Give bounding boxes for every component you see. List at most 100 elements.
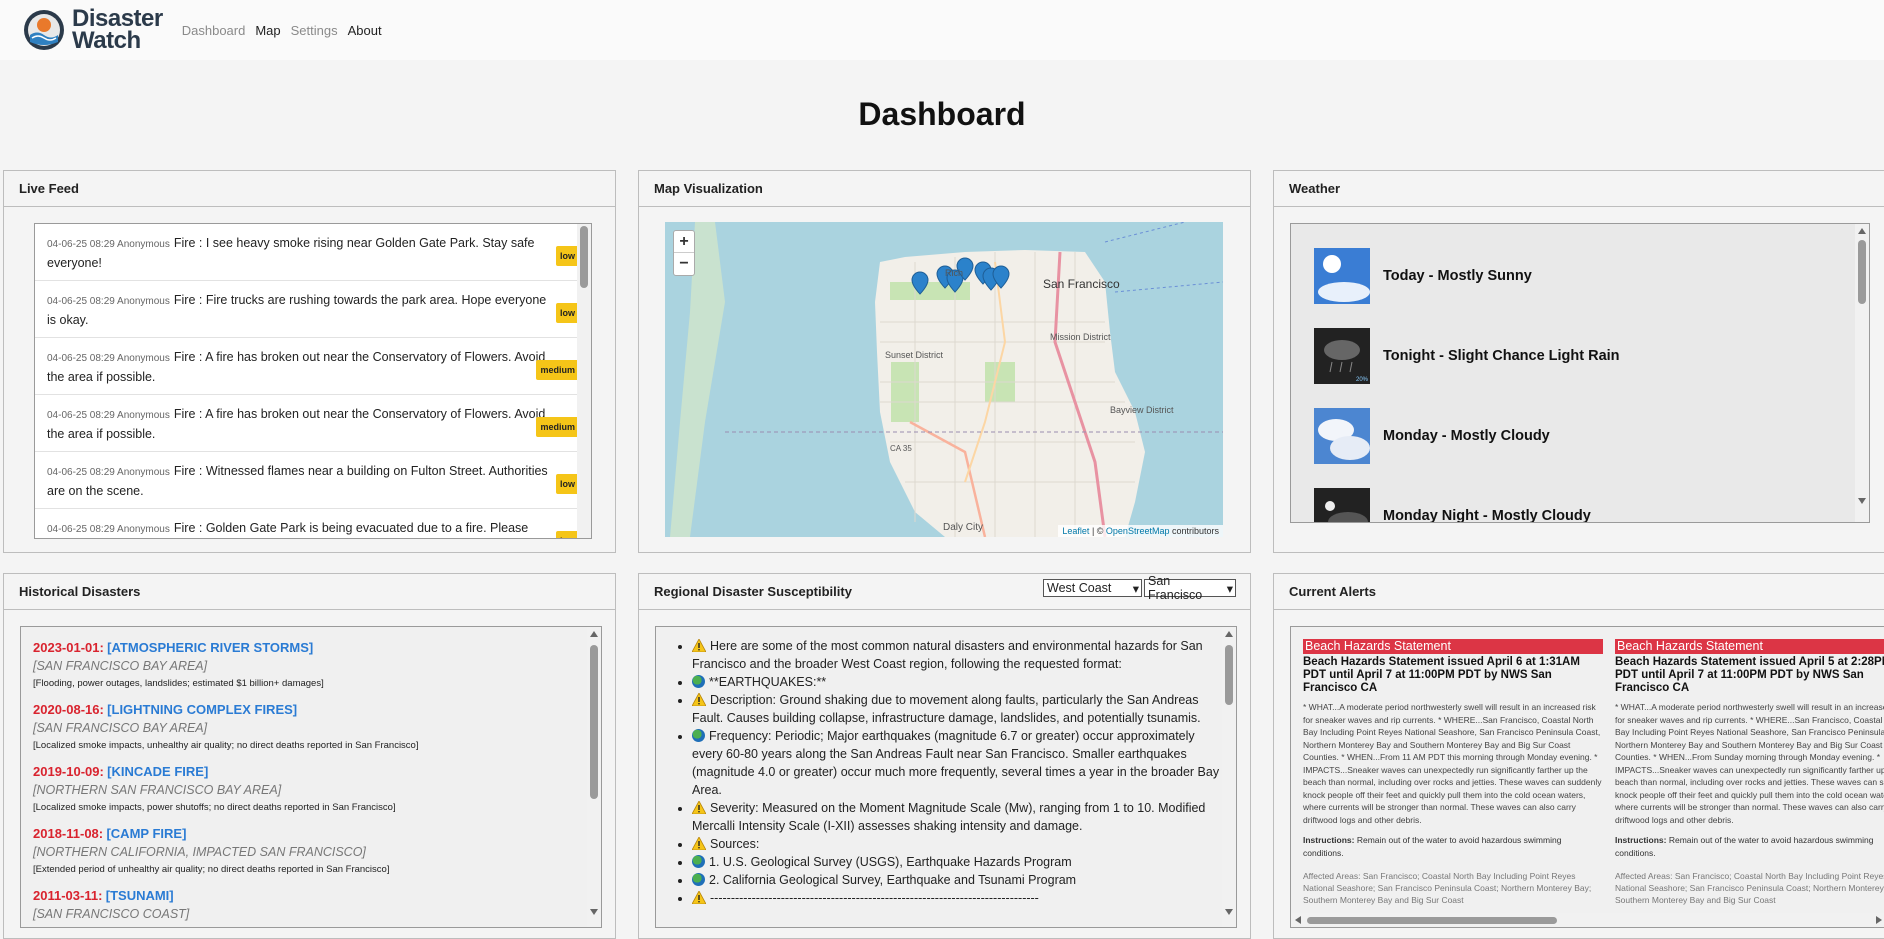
historical-name-link[interactable]: [ATMOSPHERIC RIVER STORMS] (107, 640, 313, 655)
app-logo[interactable]: Disaster Watch (22, 5, 163, 54)
alert-instructions: Instructions: Remain out of the water to… (1615, 835, 1874, 858)
regional-text: Description: Ground shaking due to movem… (692, 693, 1201, 725)
alert-title: Beach Hazards Statement issued April 5 a… (1615, 656, 1884, 694)
map-tiles: San Francisco Sunset District Mission Di… (665, 222, 1223, 537)
alert-areas: Affected Areas: San Francisco; Coastal N… (1303, 871, 1592, 905)
city-select[interactable]: San Francisco ▾ (1144, 574, 1236, 602)
alerts-list[interactable]: Beach Hazards Statement Beach Hazards Sta… (1290, 626, 1884, 928)
scroll-up-arrow-icon[interactable] (1858, 228, 1866, 234)
scroll-left-arrow-icon[interactable] (1295, 916, 1301, 924)
historical-scrollbar[interactable] (587, 627, 601, 927)
historical-entry: 2020-08-16: [LIGHTNING COMPLEX FIRES] [SA… (33, 701, 589, 755)
weather-panel: Weather Today - Mostly Sunny 20% Tonight… (1273, 170, 1884, 553)
regional-text: Frequency: Periodic; Major earthquakes (… (692, 729, 1220, 797)
historical-panel: Historical Disasters 2023-01-01: [ATMOSP… (3, 573, 616, 939)
severity-badge: low (556, 303, 579, 323)
weather-label: Monday - Mostly Cloudy (1383, 428, 1550, 444)
regional-item: Description: Ground shaking due to movem… (692, 691, 1220, 727)
historical-list[interactable]: 2023-01-01: [ATMOSPHERIC RIVER STORMS] [S… (20, 626, 602, 928)
weather-scrollbar[interactable] (1855, 224, 1869, 522)
regional-scrollbar[interactable] (1222, 627, 1236, 927)
scroll-right-arrow-icon[interactable] (1876, 916, 1882, 924)
feed-meta: 04-06-25 08:29 Anonymous (47, 410, 170, 421)
historical-entry: 2023-01-01: [ATMOSPHERIC RIVER STORMS] [S… (33, 639, 589, 693)
feed-item[interactable]: 04-06-25 08:29 Anonymous Fire : Fire truc… (35, 281, 591, 338)
feed-meta: 04-06-25 08:29 Anonymous (47, 239, 170, 250)
historical-title: Historical Disasters (4, 574, 615, 610)
regional-text: Sources: (710, 837, 760, 851)
scroll-down-arrow-icon[interactable] (1225, 909, 1233, 915)
severity-badge: medium (536, 417, 579, 437)
regional-list[interactable]: Here are some of the most common natural… (655, 626, 1237, 928)
historical-area: [SAN FRANCISCO COAST] (33, 907, 190, 921)
leaflet-link[interactable]: Leaflet (1062, 526, 1089, 536)
historical-desc: [Extended period of unhealthy air qualit… (33, 864, 390, 875)
feed-meta: 04-06-25 08:29 Anonymous (47, 353, 170, 364)
feed-scroll-thumb[interactable] (580, 226, 588, 288)
map-title: Map Visualization (639, 171, 1250, 207)
weather-title: Weather (1274, 171, 1884, 207)
zoom-out-button[interactable]: − (674, 253, 694, 275)
logo-wordmark: Disaster Watch (72, 5, 163, 54)
feed-item[interactable]: 04-06-25 08:29 Anonymous Fire : Witnessed… (35, 452, 591, 509)
region-select[interactable]: West Coast ▾ (1043, 579, 1142, 597)
alert-instructions: Instructions: Remain out of the water to… (1303, 835, 1562, 858)
feed-item[interactable]: 04-06-25 08:29 Anonymous Fire : I see hea… (35, 224, 591, 281)
historical-name-link[interactable]: [LIGHTNING COMPLEX FIRES] (107, 702, 297, 717)
nav-settings-link[interactable]: Settings (286, 23, 343, 38)
nav-map-link[interactable]: Map (250, 23, 285, 38)
feed-item[interactable]: 04-06-25 08:29 Anonymous Fire : A fire ha… (35, 395, 591, 452)
regional-item: 1. U.S. Geological Survey (USGS), Earthq… (692, 853, 1220, 871)
cloudy-sky-icon (1314, 408, 1370, 464)
historical-date: 2019-10-09: (33, 764, 104, 779)
zoom-control: + − (673, 230, 695, 276)
scroll-down-arrow-icon[interactable] (590, 909, 598, 915)
nav-dashboard-link[interactable]: Dashboard (177, 23, 251, 38)
map-label-daly-city: Daly City (943, 522, 983, 533)
feed-item[interactable]: 04-06-25 08:29 Anonymous Fire : Golden Ga… (35, 509, 591, 538)
zoom-in-button[interactable]: + (674, 231, 694, 253)
weather-list[interactable]: Today - Mostly Sunny 20% Tonight - Sligh… (1290, 223, 1870, 523)
osm-link[interactable]: OpenStreetMap (1106, 526, 1170, 536)
live-feed-panel: Live Feed 04-06-25 08:29 Anonymous Fire :… (3, 170, 616, 553)
regional-item: ----------------------------------------… (692, 889, 1220, 907)
page-title: Dashboard (858, 96, 1026, 132)
alert-description: * WHAT...A moderate period northwesterly… (1615, 702, 1884, 825)
globe-icon (692, 855, 705, 868)
map-label-bayview: Bayview District (1110, 405, 1174, 415)
weather-item: Monday - Mostly Cloudy (1291, 396, 1869, 476)
nav-about-link[interactable]: About (343, 23, 387, 38)
feed-item[interactable]: 04-06-25 08:29 Anonymous Fire : A fire ha… (35, 338, 591, 395)
weather-item: 20% Tonight - Slight Chance Light Rain (1291, 316, 1869, 396)
live-feed-list[interactable]: 04-06-25 08:29 Anonymous Fire : I see hea… (34, 223, 592, 539)
weather-label: Tonight - Slight Chance Light Rain (1383, 348, 1620, 364)
historical-area: [SAN FRANCISCO BAY AREA] (33, 659, 208, 673)
weather-item: Monday Night - Mostly Cloudy (1291, 476, 1869, 523)
scroll-up-arrow-icon[interactable] (1225, 631, 1233, 637)
alert-areas: Affected Areas: San Francisco; Coastal N… (1615, 871, 1884, 905)
scroll-up-arrow-icon[interactable] (590, 631, 598, 637)
feed-meta: 04-06-25 08:29 Anonymous (47, 467, 170, 478)
alerts-scrollbar[interactable] (1291, 913, 1884, 927)
globe-icon (692, 675, 705, 688)
map-view[interactable]: San Francisco Sunset District Mission Di… (665, 222, 1223, 537)
regional-item: Here are some of the most common natural… (692, 637, 1220, 673)
alert-heading: Beach Hazards Statement (1615, 639, 1884, 654)
historical-area: [NORTHERN CALIFORNIA, IMPACTED SAN FRANC… (33, 845, 366, 859)
alerts-scroll-thumb[interactable] (1307, 917, 1557, 924)
alert-title: Beach Hazards Statement issued April 6 a… (1303, 656, 1580, 694)
svg-text:20%: 20% (1356, 377, 1369, 383)
map-label-ca35: CA 35 (890, 444, 912, 453)
regional-scroll-thumb[interactable] (1225, 645, 1233, 705)
historical-name-link[interactable]: [TSUNAMI] (106, 888, 174, 903)
historical-name-link[interactable]: [KINCADE FIRE] (107, 764, 208, 779)
historical-name-link[interactable]: [CAMP FIRE] (106, 826, 186, 841)
weather-label: Monday Night - Mostly Cloudy (1383, 508, 1591, 523)
regional-text: 2. California Geological Survey, Earthqu… (709, 873, 1077, 887)
sunny-sky-icon (1314, 248, 1370, 304)
feed-scrollbar[interactable] (577, 224, 591, 538)
historical-scroll-thumb[interactable] (590, 645, 598, 799)
scroll-down-arrow-icon[interactable] (1858, 498, 1866, 504)
historical-entry: 2011-03-11: [TSUNAMI] [SAN FRANCISCO COAS… (33, 887, 589, 923)
weather-scroll-thumb[interactable] (1858, 240, 1866, 304)
